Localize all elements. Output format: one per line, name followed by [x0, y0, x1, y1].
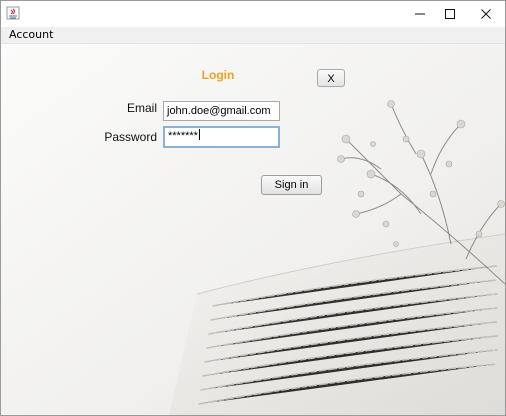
close-window-button[interactable]: [469, 1, 503, 27]
java-app-icon: [6, 6, 20, 20]
email-value: john.doe@gmail.com: [167, 105, 271, 117]
menu-account[interactable]: Account: [9, 28, 53, 41]
book-and-flowers-background: [1, 44, 505, 415]
menu-bar: Account: [1, 27, 505, 44]
sign-in-button[interactable]: Sign in: [261, 175, 322, 195]
minimize-icon: [415, 13, 425, 15]
text-caret: [198, 129, 200, 140]
email-label: Email: [126, 101, 157, 115]
maximize-icon: [445, 9, 455, 19]
login-panel: Login X Email john.doe@gmail.com Passwor…: [1, 44, 505, 415]
app-window: Account Login X Email john.doe@gmail.com…: [0, 0, 506, 416]
password-label: Password: [104, 130, 157, 144]
title-bar: [1, 1, 505, 27]
minimize-button[interactable]: [403, 1, 437, 27]
login-title: Login: [201, 68, 235, 82]
close-login-button[interactable]: X: [317, 69, 345, 87]
password-value: *******: [168, 130, 198, 142]
password-field[interactable]: *******: [163, 126, 280, 148]
close-icon: [481, 9, 491, 19]
email-field[interactable]: john.doe@gmail.com: [163, 101, 280, 121]
maximize-button[interactable]: [433, 1, 467, 27]
